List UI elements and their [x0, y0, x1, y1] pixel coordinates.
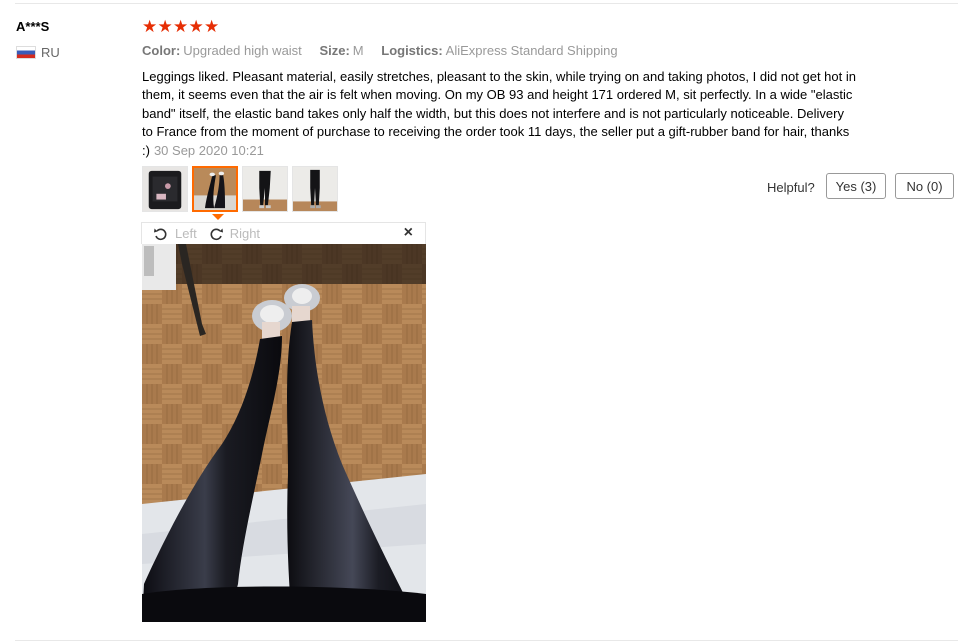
- photo-thumbnail[interactable]: [292, 166, 338, 212]
- rotate-left-label: Left: [175, 226, 197, 241]
- rotate-left-icon: [154, 228, 167, 240]
- rotate-right-button[interactable]: Right: [208, 226, 260, 242]
- review-date: 30 Sep 2020 10:21: [153, 142, 264, 158]
- rotate-right-label: Right: [229, 226, 261, 241]
- helpful-yes-button[interactable]: Yes (3): [826, 173, 886, 199]
- order-attributes: Color: Upgraded high waist Size: M Logisti…: [142, 43, 632, 58]
- star-icon: ★: [173, 17, 189, 36]
- attr-logistics: Logistics: AliExpress Standard Shipping: [381, 43, 618, 58]
- bottom-divider: [15, 640, 958, 641]
- photo-thumbnail[interactable]: [142, 166, 188, 212]
- russia-flag-icon: [16, 46, 36, 59]
- reviewer-name: A***S: [16, 19, 50, 34]
- active-thumbnail-indicator: [212, 214, 224, 220]
- review-text: Leggings liked. Pleasant material, easil…: [142, 68, 858, 160]
- photo-thumbnails: [142, 166, 342, 212]
- star-icon: ★: [188, 17, 204, 36]
- attr-size: Size: M: [319, 43, 364, 58]
- rotate-left-button[interactable]: Left: [153, 226, 197, 242]
- reviewer-country: RU: [16, 45, 60, 60]
- photo-thumbnail-active[interactable]: [192, 166, 238, 212]
- star-rating: ★ ★ ★ ★ ★: [142, 18, 220, 36]
- top-divider: [15, 3, 958, 4]
- photo-viewer-toolbar: Left Right ×: [141, 222, 426, 244]
- photo-thumbnail[interactable]: [242, 166, 288, 212]
- close-icon[interactable]: ×: [404, 224, 413, 242]
- star-icon: ★: [142, 17, 158, 36]
- helpful-no-button[interactable]: No (0): [895, 173, 954, 199]
- star-icon: ★: [204, 17, 220, 36]
- review-photo: [142, 244, 426, 622]
- helpful-label: Helpful?: [767, 180, 815, 195]
- star-icon: ★: [157, 17, 173, 36]
- attr-color: Color: Upgraded high waist: [142, 43, 302, 58]
- rotate-right-icon: [210, 228, 223, 240]
- country-code: RU: [41, 45, 60, 60]
